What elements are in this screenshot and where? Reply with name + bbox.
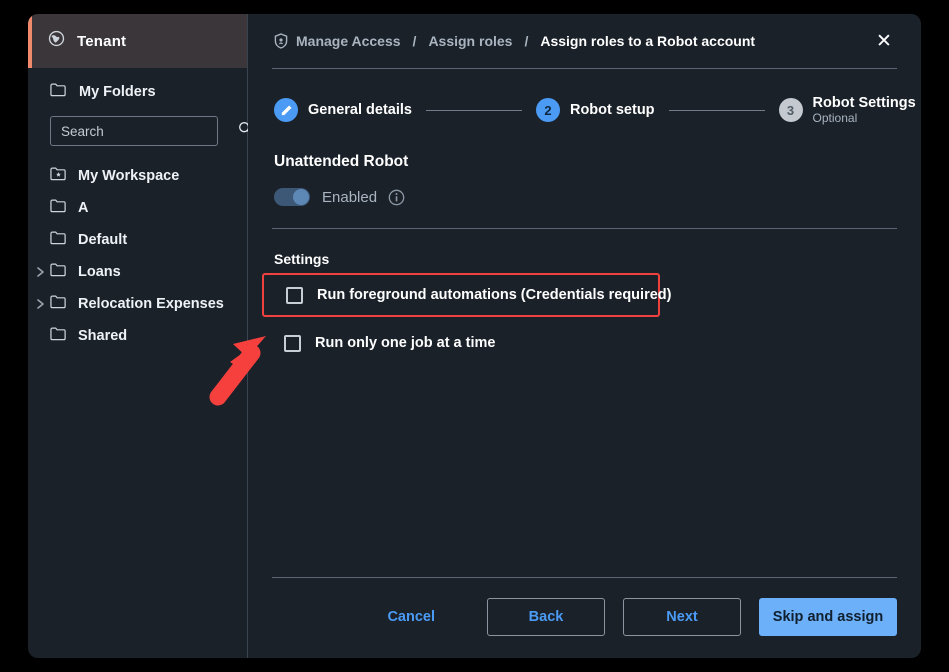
step-robot-settings[interactable]: 3 Robot Settings Optional bbox=[778, 95, 916, 125]
skip-and-assign-button[interactable]: Skip and assign bbox=[759, 598, 897, 636]
breadcrumb-separator: / bbox=[524, 33, 529, 49]
enabled-toggle[interactable] bbox=[274, 188, 310, 207]
close-icon[interactable]: ✕ bbox=[871, 28, 897, 54]
breadcrumb-item-assign-roles[interactable]: Assign roles bbox=[428, 33, 512, 49]
chevron-right-icon[interactable] bbox=[36, 266, 45, 278]
step-subtitle: Optional bbox=[812, 110, 858, 125]
search-field[interactable] bbox=[50, 116, 253, 146]
folder-icon bbox=[50, 82, 67, 102]
breadcrumb-separator: / bbox=[412, 33, 417, 49]
section-title-unattended-robot: Unattended Robot bbox=[274, 153, 409, 171]
folder-icon bbox=[50, 230, 67, 250]
content-panel: Manage Access / Assign roles / Assign ro… bbox=[248, 14, 921, 658]
step-marker-2: 2 bbox=[535, 98, 560, 123]
section-title-settings: Settings bbox=[274, 251, 330, 268]
sidebar-item-a[interactable]: A bbox=[28, 192, 247, 224]
folder-icon bbox=[50, 294, 67, 314]
workspace-folder-icon bbox=[50, 166, 67, 186]
run-foreground-automations-checkbox[interactable] bbox=[286, 286, 303, 304]
sidebar-item-label: Loans bbox=[78, 264, 121, 280]
settings-section: Settings Run foreground automations (Cre… bbox=[248, 229, 921, 361]
checkbox-row-run-foreground-automations[interactable]: Run foreground automations (Credentials … bbox=[262, 273, 671, 318]
breadcrumb-item-manage-access[interactable]: Manage Access bbox=[296, 33, 401, 49]
step-general-details[interactable]: General details bbox=[274, 98, 412, 123]
shield-icon bbox=[274, 33, 288, 49]
tenant-label: Tenant bbox=[77, 32, 127, 50]
enabled-toggle-row: Enabled bbox=[274, 188, 895, 207]
tenant-header[interactable]: Tenant bbox=[28, 14, 247, 68]
sidebar-item-label: Default bbox=[78, 232, 128, 248]
toggle-knob bbox=[293, 189, 309, 206]
sidebar-item-label: My Workspace bbox=[78, 168, 180, 184]
checkbox-label: Run foreground automations (Credentials … bbox=[317, 287, 672, 304]
chevron-right-icon[interactable] bbox=[36, 298, 45, 310]
step-title: Robot setup bbox=[569, 101, 655, 118]
step-marker-3: 3 bbox=[778, 98, 803, 123]
sidebar-item-shared[interactable]: Shared bbox=[28, 320, 247, 352]
next-button[interactable]: Next bbox=[623, 598, 741, 636]
wizard-stepper: General details 2 Robot setup 3 Robot Se… bbox=[248, 69, 921, 125]
step-title: General details bbox=[308, 101, 412, 118]
search-input[interactable] bbox=[61, 123, 238, 139]
tenant-accent-strip bbox=[28, 14, 32, 68]
footer-actions: Cancel Back Next Skip and assign bbox=[272, 578, 897, 658]
step-connector bbox=[425, 109, 522, 111]
breadcrumb: Manage Access / Assign roles / Assign ro… bbox=[274, 33, 871, 49]
checkbox-row-run-only-one-job[interactable]: Run only one job at a time bbox=[274, 325, 895, 361]
step-marker-1 bbox=[274, 98, 298, 123]
enabled-toggle-label: Enabled bbox=[322, 188, 378, 206]
sidebar-item-label: Shared bbox=[78, 328, 128, 344]
sidebar-item-label: A bbox=[78, 200, 89, 216]
step-robot-setup[interactable]: 2 Robot setup bbox=[535, 98, 655, 123]
sidebar-item-relocation-expenses[interactable]: Relocation Expenses bbox=[28, 288, 247, 320]
globe-icon bbox=[48, 30, 65, 52]
sidebar: Tenant My Folders Search My Workspace A … bbox=[28, 14, 253, 658]
sidebar-item-default[interactable]: Default bbox=[28, 224, 247, 256]
back-button[interactable]: Back bbox=[487, 598, 605, 636]
folder-icon bbox=[50, 198, 67, 218]
breadcrumb-item-current: Assign roles to a Robot account bbox=[540, 33, 756, 49]
sidebar-item-my-workspace[interactable]: My Workspace bbox=[28, 160, 247, 192]
sidebar-item-label: Relocation Expenses bbox=[78, 296, 224, 312]
sidebar-item-loans[interactable]: Loans bbox=[28, 256, 247, 288]
my-folders-label: My Folders bbox=[79, 84, 156, 100]
dialog-footer: Cancel Back Next Skip and assign bbox=[248, 577, 921, 658]
step-title: Robot Settings bbox=[812, 95, 916, 111]
unattended-robot-section: Unattended Robot Enabled bbox=[248, 125, 921, 207]
checkbox-label: Run only one job at a time bbox=[315, 335, 496, 352]
my-folders-row[interactable]: My Folders bbox=[28, 68, 247, 114]
info-icon[interactable] bbox=[388, 189, 405, 206]
folder-icon bbox=[50, 326, 67, 346]
step-connector bbox=[668, 109, 765, 111]
dialog-window: Tenant My Folders Search My Workspace A … bbox=[28, 14, 921, 658]
run-only-one-job-checkbox[interactable] bbox=[284, 334, 301, 352]
folder-icon bbox=[50, 262, 67, 282]
folder-list: My Workspace A Default Loans Relocation … bbox=[28, 160, 247, 352]
dialog-header: Manage Access / Assign roles / Assign ro… bbox=[248, 14, 921, 68]
cancel-button[interactable]: Cancel bbox=[377, 601, 445, 633]
